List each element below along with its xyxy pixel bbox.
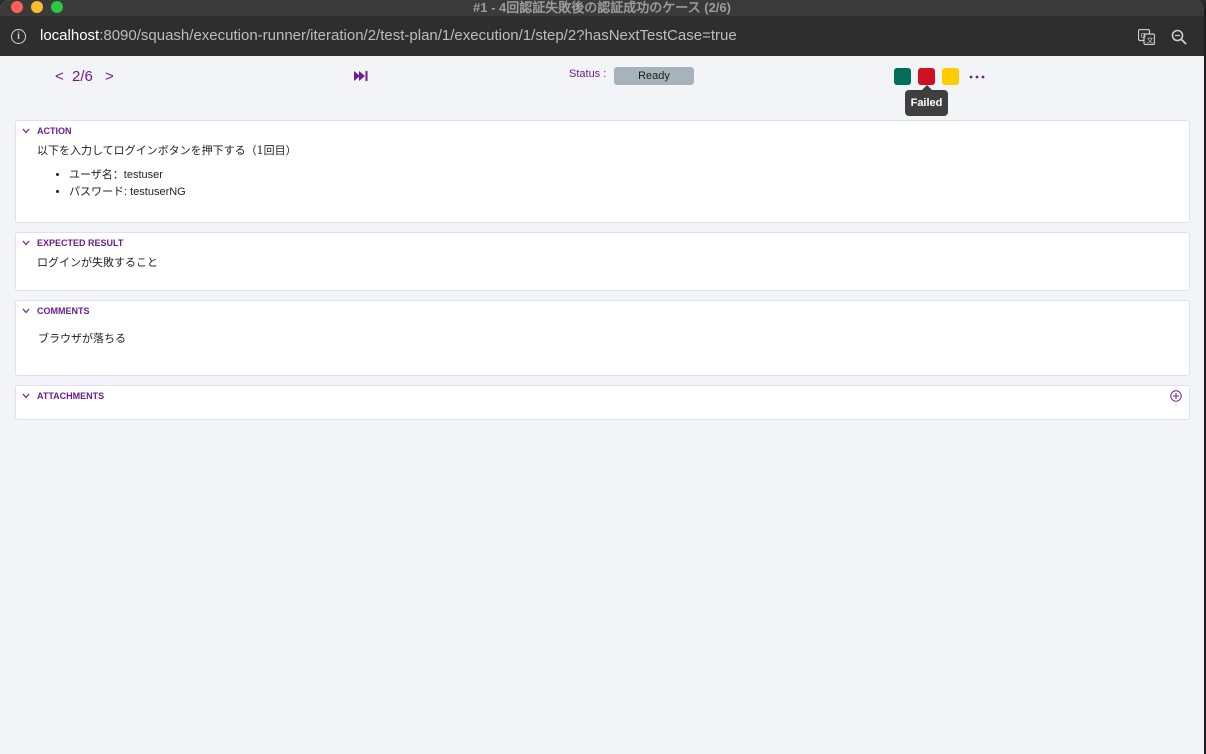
- svg-text:G: G: [1141, 32, 1146, 40]
- expected-result-panel: EXPECTED RESULT ログインが失敗すること: [15, 232, 1190, 291]
- status-label: Status :: [569, 68, 607, 80]
- url-path: :8090/squash/execution-runner/iteration/…: [99, 27, 737, 44]
- add-attachment-icon[interactable]: [1170, 390, 1182, 402]
- action-intro: 以下を入力してログインボタンを押下する（1回目）: [37, 144, 297, 157]
- url-host: localhost: [40, 27, 100, 44]
- expected-result-text: ログインが失敗すること: [37, 256, 158, 269]
- next-step-button[interactable]: >: [105, 68, 114, 85]
- translate-icon[interactable]: G 文: [1138, 29, 1155, 45]
- zoom-icon[interactable]: [1171, 29, 1187, 45]
- status-tooltip: Failed: [905, 90, 948, 116]
- action-list: ユーザ名：testuser パスワード: testuserNG: [53, 167, 186, 201]
- window-title: #1 - 4回認証失敗後の認証成功のケース (2/6): [473, 0, 731, 15]
- execution-toolbar: < 2/6 > Status : Ready: [0, 56, 1204, 116]
- maximize-window-button[interactable]: [51, 1, 63, 13]
- status-badge: Ready: [614, 67, 694, 85]
- step-counter: 2/6: [72, 68, 93, 85]
- previous-step-button[interactable]: <: [55, 68, 64, 85]
- blocked-status-button[interactable]: [942, 68, 959, 85]
- chevron-down-icon: [22, 393, 30, 399]
- close-window-button[interactable]: [11, 1, 23, 13]
- list-item: パスワード: testuserNG: [69, 184, 186, 201]
- success-status-button[interactable]: [894, 68, 911, 85]
- url-text[interactable]: localhost:8090/squash/execution-runner/i…: [40, 27, 737, 44]
- comments-title: COMMENTS: [37, 306, 90, 316]
- svg-text:文: 文: [1147, 36, 1154, 45]
- action-title: ACTION: [37, 126, 72, 136]
- attachments-title: ATTACHMENTS: [37, 391, 105, 401]
- comments-panel: COMMENTS ブラウザが落ちる: [15, 300, 1190, 376]
- comments-text[interactable]: ブラウザが落ちる: [38, 330, 126, 346]
- attachments-panel: ATTACHMENTS: [15, 385, 1190, 420]
- title-bar: #1 - 4回認証失敗後の認証成功のケース (2/6): [0, 0, 1204, 16]
- info-icon[interactable]: i: [11, 29, 26, 44]
- more-options-icon[interactable]: [968, 68, 986, 86]
- chevron-down-icon: [22, 128, 30, 134]
- chevron-down-icon: [22, 308, 30, 314]
- fast-forward-icon[interactable]: [354, 70, 368, 82]
- expected-result-title: EXPECTED RESULT: [37, 238, 124, 248]
- failed-status-button[interactable]: [918, 68, 935, 85]
- action-panel: ACTION 以下を入力してログインボタンを押下する（1回目） ユーザ名：tes…: [15, 120, 1190, 223]
- address-bar[interactable]: i localhost:8090/squash/execution-runner…: [0, 16, 1204, 56]
- list-item: ユーザ名：testuser: [69, 167, 186, 184]
- chevron-down-icon: [22, 240, 30, 246]
- browser-window: #1 - 4回認証失敗後の認証成功のケース (2/6) i localhost:…: [0, 0, 1206, 754]
- minimize-window-button[interactable]: [31, 1, 43, 13]
